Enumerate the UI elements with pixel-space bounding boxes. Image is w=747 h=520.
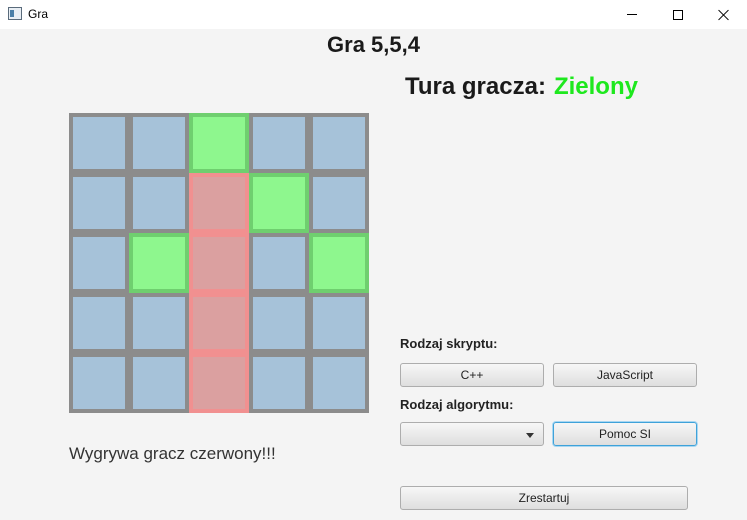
board-cell-4-1[interactable]: [129, 353, 189, 413]
result-message: Wygrywa gracz czerwony!!!: [69, 444, 276, 463]
turn-label: Tura gracza:: [405, 73, 546, 100]
board-cell-4-0[interactable]: [69, 353, 129, 413]
restart-button[interactable]: Zrestartuj: [400, 486, 688, 510]
board-cell-1-3[interactable]: [249, 173, 309, 233]
close-button[interactable]: [701, 0, 747, 29]
javascript-button[interactable]: JavaScript: [553, 363, 697, 387]
board-cell-4-2[interactable]: [189, 353, 249, 413]
board-cell-1-2[interactable]: [189, 173, 249, 233]
turn-player: Zielony: [553, 73, 638, 100]
board-cell-0-1[interactable]: [129, 113, 189, 173]
cpp-button[interactable]: C++: [400, 363, 544, 387]
board-cell-0-2[interactable]: [189, 113, 249, 173]
maximize-button[interactable]: [655, 0, 701, 29]
maximize-icon: [673, 9, 683, 20]
board-cell-4-4[interactable]: [309, 353, 369, 413]
board-cell-2-2[interactable]: [189, 233, 249, 293]
ai-help-button[interactable]: Pomoc SI: [553, 422, 697, 446]
board-cell-2-0[interactable]: [69, 233, 129, 293]
turn-indicator: Tura gracza: Zielony: [405, 73, 638, 101]
board-cell-3-1[interactable]: [129, 293, 189, 353]
window-titlebar: Gra: [0, 0, 747, 29]
board-cell-3-2[interactable]: [189, 293, 249, 353]
board-cell-1-1[interactable]: [129, 173, 189, 233]
board-cell-0-3[interactable]: [249, 113, 309, 173]
minimize-icon: [627, 14, 637, 15]
script-type-label: Rodzaj skryptu:: [400, 336, 498, 351]
game-board: [69, 113, 369, 413]
board-cell-3-3[interactable]: [249, 293, 309, 353]
board-cell-3-4[interactable]: [309, 293, 369, 353]
minimize-button[interactable]: [609, 0, 655, 29]
board-cell-2-3[interactable]: [249, 233, 309, 293]
board-cell-1-4[interactable]: [309, 173, 369, 233]
window-title: Gra: [28, 7, 49, 21]
board-cell-4-3[interactable]: [249, 353, 309, 413]
board-cell-0-4[interactable]: [309, 113, 369, 173]
app-icon: [8, 7, 22, 20]
board-cell-0-0[interactable]: [69, 113, 129, 173]
board-cell-3-0[interactable]: [69, 293, 129, 353]
algorithm-type-label: Rodzaj algorytmu:: [400, 397, 514, 412]
game-title: Gra 5,5,4: [327, 32, 420, 57]
algorithm-select[interactable]: [400, 422, 544, 446]
board-cell-2-1[interactable]: [129, 233, 189, 293]
chevron-down-icon: [526, 433, 534, 438]
board-cell-1-0[interactable]: [69, 173, 129, 233]
board-cell-2-4[interactable]: [309, 233, 369, 293]
close-icon: [718, 9, 730, 21]
